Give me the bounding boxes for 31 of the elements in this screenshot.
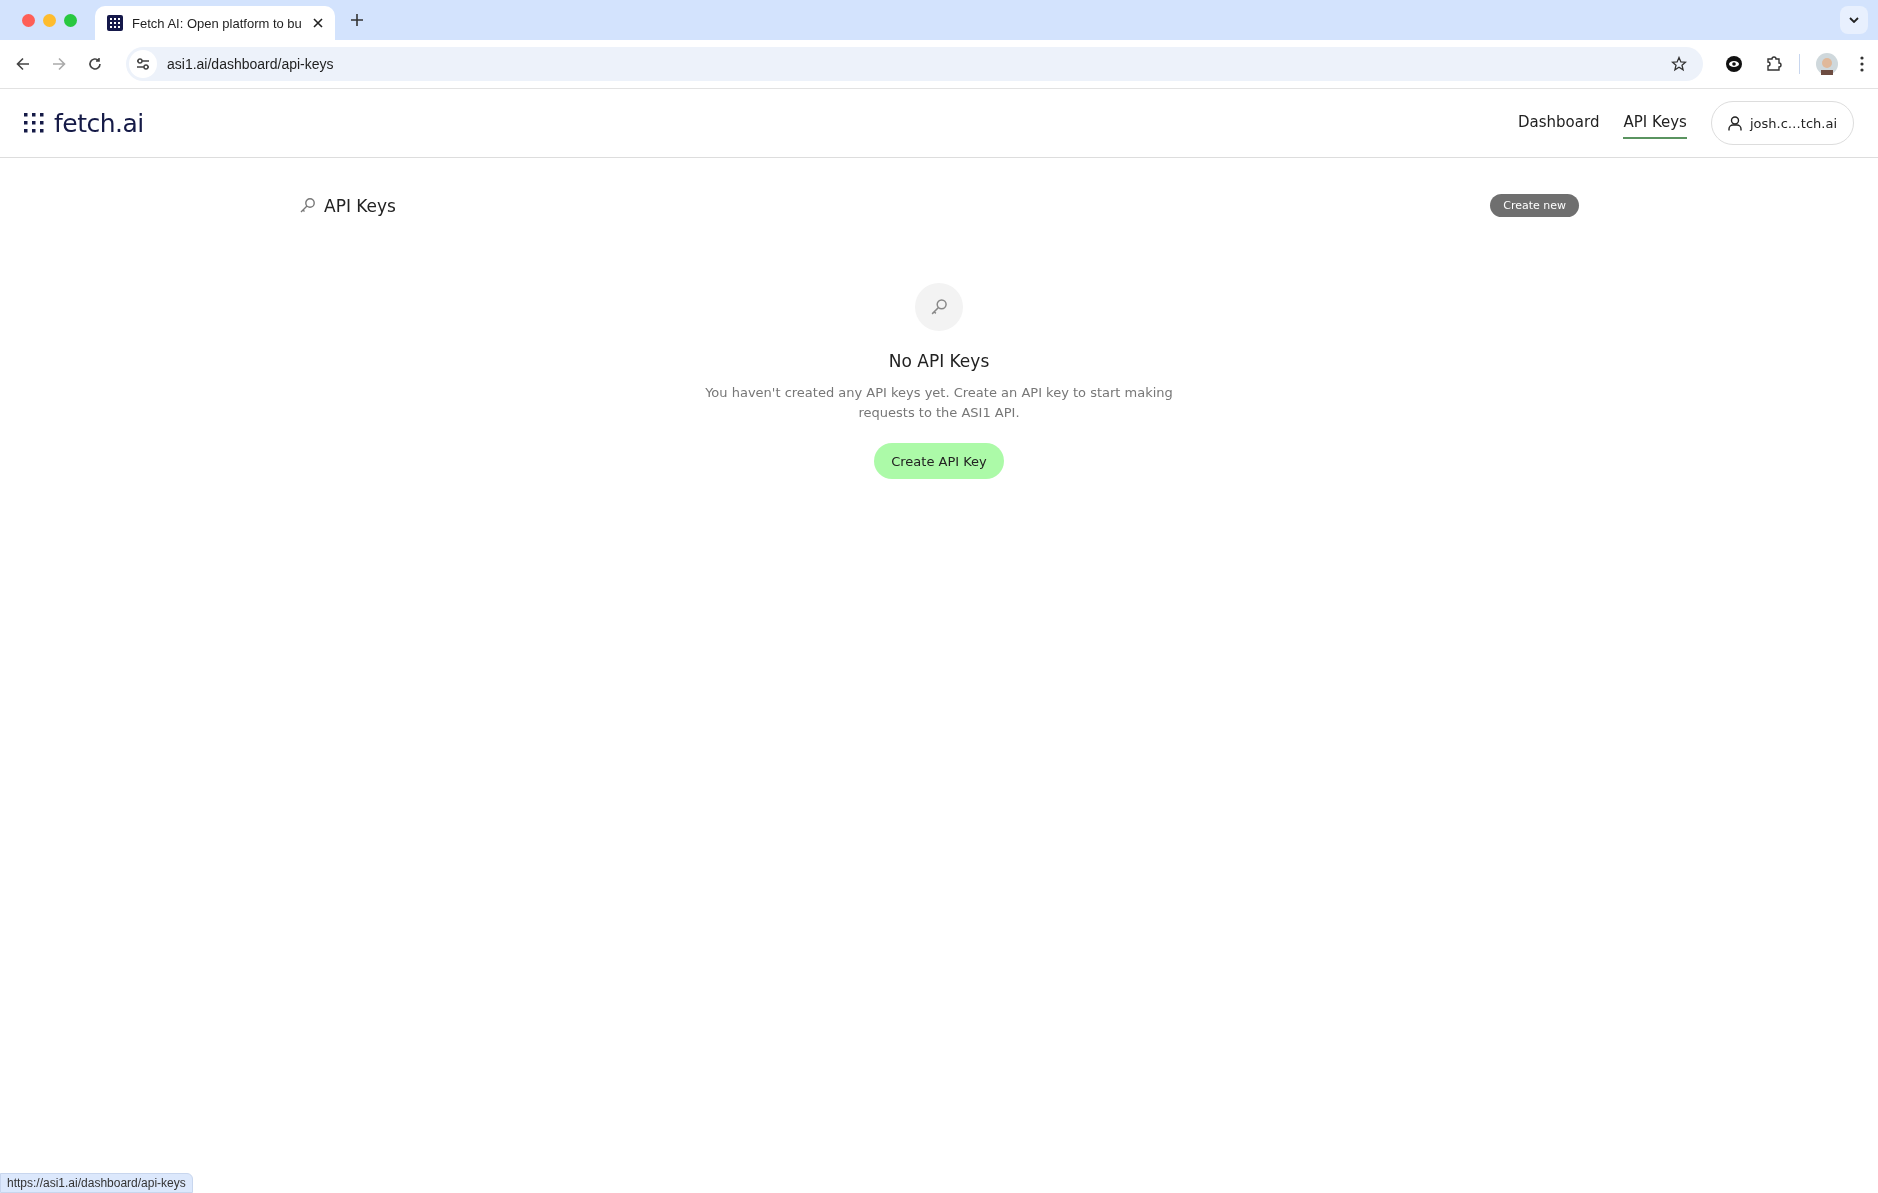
link-status-bubble: https://asi1.ai/dashboard/api-keys xyxy=(0,1173,193,1193)
reload-icon[interactable] xyxy=(88,57,102,71)
user-icon xyxy=(1727,115,1742,131)
nav-link[interactable]: Dashboard xyxy=(1518,107,1600,139)
tab-search-button[interactable] xyxy=(1840,6,1868,34)
empty-state-message: You haven't created any API keys yet. Create an API key to start making requests to the ASI1 API. xyxy=(704,384,1174,422)
new-tab-icon[interactable] xyxy=(351,14,363,26)
more-menu-icon[interactable] xyxy=(1860,56,1864,72)
extension-eye-icon[interactable] xyxy=(1725,55,1743,73)
nav-link[interactable]: API Keys xyxy=(1623,107,1687,139)
empty-state-title: No API Keys xyxy=(888,351,990,371)
grid-favicon-icon xyxy=(107,15,123,31)
tab-title: Fetch AI: Open platform to bu xyxy=(132,15,303,31)
address-bar[interactable]: asi1.ai/dashboard/api-keys xyxy=(126,47,1703,81)
create-api-key-button[interactable]: Create API Key xyxy=(874,443,1004,479)
close-tab-icon[interactable] xyxy=(313,18,323,28)
create-new-button[interactable]: Create new xyxy=(1490,194,1579,217)
profile-avatar-icon[interactable] xyxy=(1816,53,1838,75)
back-icon[interactable] xyxy=(16,57,30,71)
user-account-button[interactable]: josh.c…tch.ai xyxy=(1710,101,1854,145)
key-icon-badge xyxy=(915,283,963,331)
puzzle-piece-icon[interactable] xyxy=(1765,55,1783,73)
browser-tab[interactable]: Fetch AI: Open platform to bu xyxy=(95,6,335,40)
bookmark-star-icon[interactable] xyxy=(1671,56,1687,72)
page-title: API Keys xyxy=(324,195,396,216)
dot-grid-logo-icon xyxy=(24,113,44,133)
chevron-down-icon xyxy=(1849,17,1859,23)
key-icon xyxy=(299,197,316,214)
url-text: asi1.ai/dashboard/api-keys xyxy=(167,56,334,72)
site-settings-icon[interactable] xyxy=(129,50,157,78)
logo-wordmark[interactable]: fetch.ai xyxy=(54,108,144,138)
